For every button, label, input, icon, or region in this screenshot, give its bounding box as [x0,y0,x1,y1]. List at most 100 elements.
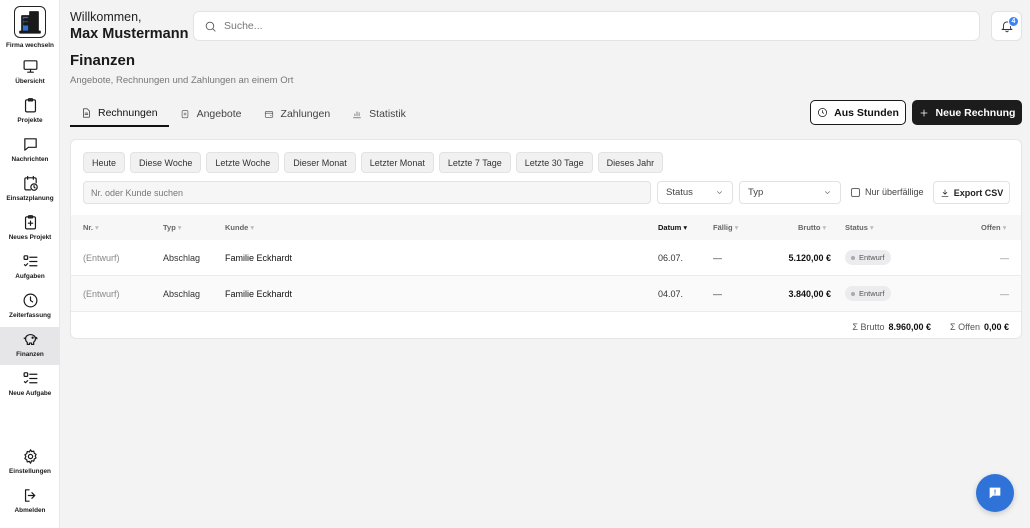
chip-last-7-days[interactable]: Letzte 7 Tage [438,152,511,173]
logout-icon [24,489,35,502]
tab-offers[interactable]: Angebote [169,101,253,127]
company-switch-label: Firma wechseln [6,42,54,49]
invoices-card: Heute Diese Woche Letzte Woche Dieser Mo… [70,139,1022,339]
gear-icon [23,449,37,464]
invoice-search[interactable] [83,181,651,204]
col-typ[interactable]: Typ ▾ [163,223,182,232]
cell-typ: Abschlag [163,253,201,263]
main-content: Willkommen, Max Mustermann 4 Finanzen An… [60,0,1030,528]
sidebar-item-label: Aufgaben [15,273,45,280]
sidebar-item-label: Finanzen [16,351,44,358]
col-datum[interactable]: Datum ▾ [658,223,687,232]
table-totals: Σ Brutto 8.960,00 € Σ Offen 0,00 € [71,313,1021,339]
cell-kunde: Familie Eckhardt [225,253,293,263]
total-brutto: Σ Brutto 8.960,00 € [852,322,931,332]
tab-label: Statistik [369,108,406,120]
tab-label: Zahlungen [280,108,331,120]
clipboard-icon [24,98,36,113]
global-search[interactable] [193,11,980,41]
new-invoice-button[interactable]: Neue Rechnung [912,100,1022,125]
clipboard-icon [181,110,188,119]
col-status[interactable]: Status ▾ [845,223,874,232]
sidebar-item-label: Einstellungen [9,468,51,475]
cell-kunde: Familie Eckhardt [225,289,293,299]
chat-alert-icon [989,487,1001,499]
cell-offen: — [1000,253,1009,263]
chip-last-week[interactable]: Letzte Woche [206,152,280,173]
sidebar-item-label: Einsatzplanung [6,195,54,202]
cell-brutto: 5.120,00 € [788,253,831,263]
sidebar-item-time-tracking[interactable]: Zeiterfassung [0,292,60,330]
table-header: Nr. ▾ Typ ▾ Kunde ▾ Datum ▾ Fällig ▾ Brutto ▾ … [71,215,1021,240]
task-list-icon [23,255,37,267]
chevron-down-icon [717,191,722,195]
type-select[interactable]: Typ [739,181,841,204]
cell-faellig: — [713,289,722,299]
tab-payments[interactable]: Zahlungen [253,101,342,127]
chip-this-year[interactable]: Dieses Jahr [597,152,664,173]
cell-nr: (Entwurf) [83,253,120,263]
tab-invoices[interactable]: Rechnungen [70,101,169,127]
sidebar-item-label: Übersicht [15,78,45,85]
feedback-chat-button[interactable] [976,474,1014,512]
overdue-only-checkbox[interactable]: Nur überfällige [851,187,924,197]
export-csv-label: Export CSV [953,187,1004,198]
sidebar-item-finances[interactable]: Finanzen [0,327,60,365]
chip-last-month[interactable]: Letzter Monat [360,152,434,173]
cell-nr: (Entwurf) [83,289,120,299]
chip-this-week[interactable]: Diese Woche [130,152,202,173]
sidebar-item-projects[interactable]: Projekte [0,97,60,135]
chip-this-month[interactable]: Dieser Monat [284,152,356,173]
col-nr[interactable]: Nr. ▾ [83,223,99,232]
status-select[interactable]: Status [657,181,733,204]
clipboard-plus-icon [24,215,36,230]
company-logo-icon [14,6,46,38]
type-select-value: Typ [748,187,764,198]
col-faellig[interactable]: Fällig ▾ [713,223,738,232]
tab-statistics[interactable]: Statistik [341,101,417,127]
sidebar-item-settings[interactable]: Einstellungen [0,448,60,486]
sidebar-item-tasks[interactable]: Aufgaben [0,253,60,291]
sidebar-item-label: Neue Aufgabe [8,390,52,397]
plus-icon [920,109,927,116]
col-kunde[interactable]: Kunde ▾ [225,223,254,232]
chip-last-30-days[interactable]: Letzte 30 Tage [515,152,593,173]
table-row[interactable]: (Entwurf) Abschlag Familie Eckhardt 06.0… [71,240,1021,276]
sidebar-item-new-task[interactable]: Neue Aufgabe [0,370,60,408]
sidebar-item-label: Nachrichten [11,156,49,163]
search-icon [205,21,216,32]
invoice-search-input[interactable] [91,187,641,198]
sidebar-item-scheduling[interactable]: Einsatzplanung [0,175,60,213]
col-brutto[interactable]: Brutto ▾ [798,223,826,232]
tab-label: Angebote [196,108,242,120]
chip-today[interactable]: Heute [83,152,126,173]
notifications-button[interactable]: 4 [991,11,1022,41]
sidebar-item-new-project[interactable]: Neues Projekt [0,214,60,252]
status-select-value: Status [666,187,693,198]
export-csv-button[interactable]: Export CSV [933,181,1010,204]
cell-datum: 04.07. [658,289,684,299]
wallet-icon [264,111,273,118]
download-icon [941,189,949,197]
notification-badge: 4 [1008,16,1019,27]
welcome-text: Willkommen, [70,10,142,24]
status-badge: Entwurf [845,250,892,265]
search-input[interactable] [224,20,964,32]
col-offen[interactable]: Offen ▾ [981,223,1006,232]
sidebar-item-label: Neues Projekt [8,234,52,241]
tab-bar: Rechnungen Angebote Zahlungen Statistik [70,101,417,127]
checkbox-box[interactable] [851,187,860,197]
clock-icon [818,108,828,117]
company-switch[interactable]: Firma wechseln [0,6,60,54]
page-title: Finanzen [70,52,136,69]
from-hours-button[interactable]: Aus Stunden [810,100,906,125]
sidebar-item-messages[interactable]: Nachrichten [0,136,60,174]
table-row[interactable]: (Entwurf) Abschlag Familie Eckhardt 04.0… [71,276,1021,312]
sidebar-item-overview[interactable]: Übersicht [0,58,60,96]
sidebar-item-logout[interactable]: Abmelden [0,487,60,525]
cell-datum: 06.07. [658,253,684,263]
status-dot [851,291,855,296]
message-icon [23,138,37,151]
bar-chart-icon [353,111,361,119]
cell-faellig: — [713,253,722,263]
